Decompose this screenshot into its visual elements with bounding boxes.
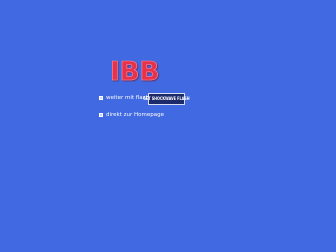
- bullet-icon: [99, 113, 103, 117]
- logo-text: IBB: [110, 57, 159, 86]
- flash-link-row[interactable]: weiter mit flash: [99, 93, 149, 103]
- ibb-logo: IBB: [108, 54, 164, 86]
- homepage-link-row[interactable]: direkt zur Homepage: [99, 110, 164, 120]
- flash-badge-label: GET SHOCKWAVE FLASH: [143, 96, 190, 101]
- homepage-link[interactable]: direkt zur Homepage: [106, 110, 164, 120]
- bullet-icon: [99, 96, 103, 100]
- get-shockwave-flash-badge[interactable]: GET SHOCKWAVE FLASH: [143, 93, 190, 105]
- logo-graphic: IBB: [110, 57, 160, 86]
